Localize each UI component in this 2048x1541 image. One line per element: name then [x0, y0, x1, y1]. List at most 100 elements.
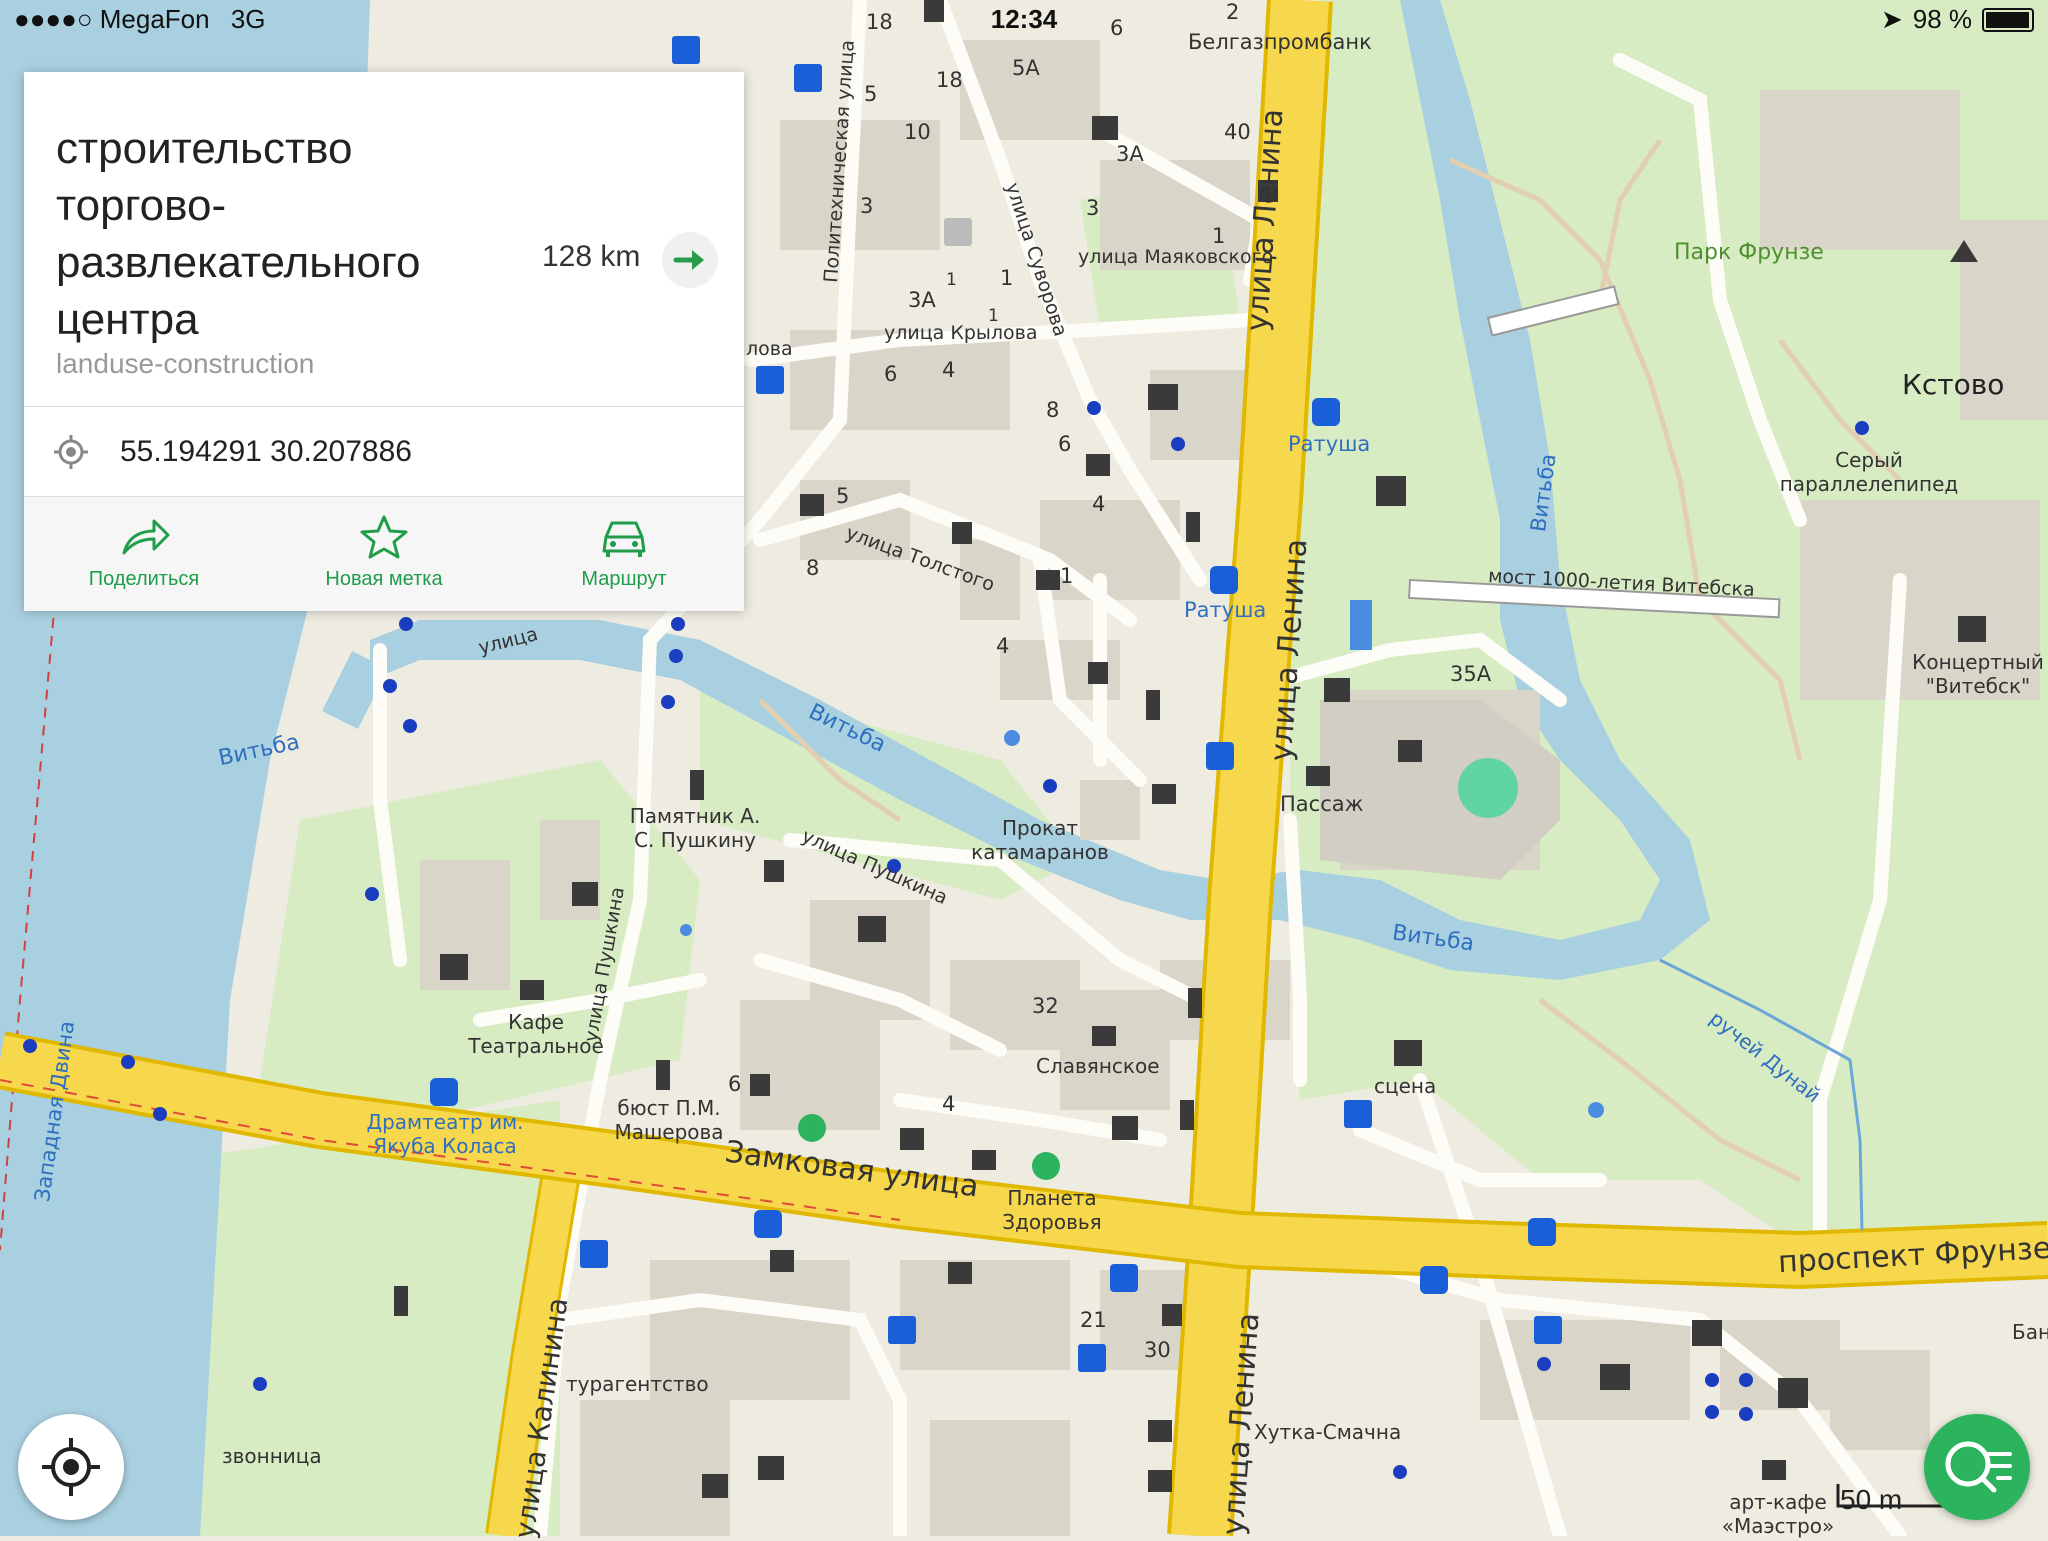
bus-stop-icon: [430, 1078, 458, 1106]
route-label: Маршрут: [581, 568, 667, 590]
cafe-icon: [1762, 1460, 1786, 1480]
my-location-button[interactable]: [18, 1414, 124, 1520]
star-icon: [360, 515, 408, 559]
map-label-kafe-teatralnoe: Кафе Театральное: [468, 1010, 604, 1058]
house-number: 40: [1224, 120, 1251, 144]
house-number: 6: [884, 362, 898, 386]
place-card: строительство торгово-развлекательного ц…: [24, 72, 744, 611]
status-right: ➤ 98 %: [1881, 4, 2034, 35]
map-label-prokat: Прокат катамаранов: [971, 816, 1109, 864]
shop-icon: [1148, 1420, 1172, 1442]
map-label-park-frunze: Парк Фрунзе: [1674, 240, 1824, 265]
house-number: 32: [1032, 994, 1059, 1018]
house-number: 1: [1060, 564, 1074, 588]
house-number: 5: [836, 484, 850, 508]
map-label-dramteatr: Драмтеатр им. Якуба Коласа: [366, 1110, 524, 1158]
status-bar: ●●●●○ MegaFon 3G 12:34 ➤ 98 %: [0, 0, 2048, 40]
bus-stop-icon: [1210, 566, 1238, 594]
shop-icon: [900, 1128, 924, 1150]
bank-icon: [764, 860, 784, 882]
house-number: 1: [1212, 224, 1226, 248]
theatre-icon: [858, 916, 886, 942]
house-number: 1: [946, 270, 957, 290]
monument-icon: [394, 1286, 408, 1316]
map-label-scena: сцена: [1374, 1074, 1437, 1098]
house-number: 6: [728, 1072, 742, 1096]
new-bookmark-label: Новая метка: [325, 568, 443, 590]
house-number: 10: [904, 120, 931, 144]
map-label-kstovo: Кстово: [1902, 368, 2005, 401]
monument-icon: [690, 770, 704, 800]
share-label: Поделиться: [88, 568, 200, 590]
house-number: 4: [1092, 492, 1106, 516]
share-button[interactable]: Поделиться: [24, 497, 264, 611]
monument-icon: [656, 1060, 670, 1090]
parking-icon: [944, 218, 972, 246]
fountain-icon: [680, 924, 692, 936]
cafe-icon: [520, 980, 544, 1000]
share-icon: [122, 519, 170, 555]
theatre-icon: [440, 954, 468, 980]
bus-stop-icon: [1420, 1266, 1448, 1294]
coordinates-text: 55.194291 30.207886: [120, 435, 412, 468]
house-number: 1: [988, 306, 999, 326]
bus-stop-icon: [1312, 398, 1340, 426]
map-label-art-kafe: арт-кафе «Маэстро»: [1721, 1490, 1835, 1538]
coordinates-row[interactable]: 55.194291 30.207886: [24, 407, 744, 495]
bus-stop-icon: [1528, 1218, 1556, 1246]
house-number: 1: [1000, 266, 1014, 290]
scale-label: 50 m: [1840, 1484, 1903, 1515]
bank-icon: [1162, 1304, 1182, 1326]
info-icon: [1206, 742, 1234, 770]
cafe-icon: [972, 1150, 996, 1170]
map-label-turagentstvo: турагентство: [566, 1372, 709, 1396]
map-label-planeta: Планета Здоровья: [1002, 1186, 1102, 1234]
museum-icon: [1600, 1364, 1630, 1390]
house-number: 8: [806, 556, 820, 580]
map-label-krylova: улица Крылова: [884, 322, 1038, 344]
parking-icon: [580, 1240, 608, 1268]
house-number: 5: [864, 82, 878, 106]
theatre-icon: [1394, 1040, 1422, 1066]
parking-icon: [888, 1316, 916, 1344]
route-button[interactable]: Маршрут: [504, 497, 744, 611]
map-label-passazh: Пассаж: [1280, 792, 1364, 816]
location-target-icon: [54, 435, 88, 469]
house-number: 21: [1080, 1308, 1107, 1332]
house-number: 18: [936, 68, 963, 92]
location-arrow-icon: ➤: [1880, 4, 1903, 34]
battery-fill: [1986, 11, 2029, 28]
map-label-ratusha: Ратуша: [1288, 432, 1371, 456]
map-label-byust: бюст П.М. Машерова: [614, 1096, 724, 1144]
parking-icon: [756, 366, 784, 394]
theatre-icon: [1958, 616, 1986, 642]
direction-arrow-button[interactable]: [662, 232, 718, 288]
new-bookmark-button[interactable]: Новая метка: [264, 497, 504, 611]
shop-icon: [800, 494, 824, 516]
map-label-mayakovskogo: улица Маяковского: [1078, 246, 1274, 268]
gate-icon: [572, 882, 598, 906]
house-number: 4: [996, 634, 1010, 658]
monument-icon: [1186, 512, 1200, 542]
map-label-pamyatnik: Памятник А. С. Пушкину: [629, 804, 761, 852]
search-menu-button[interactable]: [1924, 1414, 2030, 1520]
arrow-right-icon: [673, 250, 704, 270]
shop-icon: [1148, 1470, 1172, 1492]
cafe-icon: [1306, 766, 1330, 786]
bank-icon: [1088, 662, 1108, 684]
house-number: 3: [1086, 196, 1100, 220]
battery-icon: [1982, 7, 2034, 32]
place-title: строительство торгово-развлекательного ц…: [56, 124, 421, 344]
bank-icon: [952, 522, 972, 544]
map-label-zvonnica: звонница: [222, 1444, 322, 1468]
monument-icon: [1188, 988, 1202, 1018]
house-number: 30: [1144, 1338, 1171, 1362]
parking-icon: [1078, 1344, 1106, 1372]
house-number: 4: [942, 358, 956, 382]
bank-icon: [750, 1074, 770, 1096]
map-label-koncert: Концертный "Витебск": [1912, 650, 2044, 698]
shop-icon: [1398, 740, 1422, 762]
house-number: 3: [860, 194, 874, 218]
parking-icon: [672, 36, 700, 64]
gate-icon: [1324, 678, 1350, 702]
